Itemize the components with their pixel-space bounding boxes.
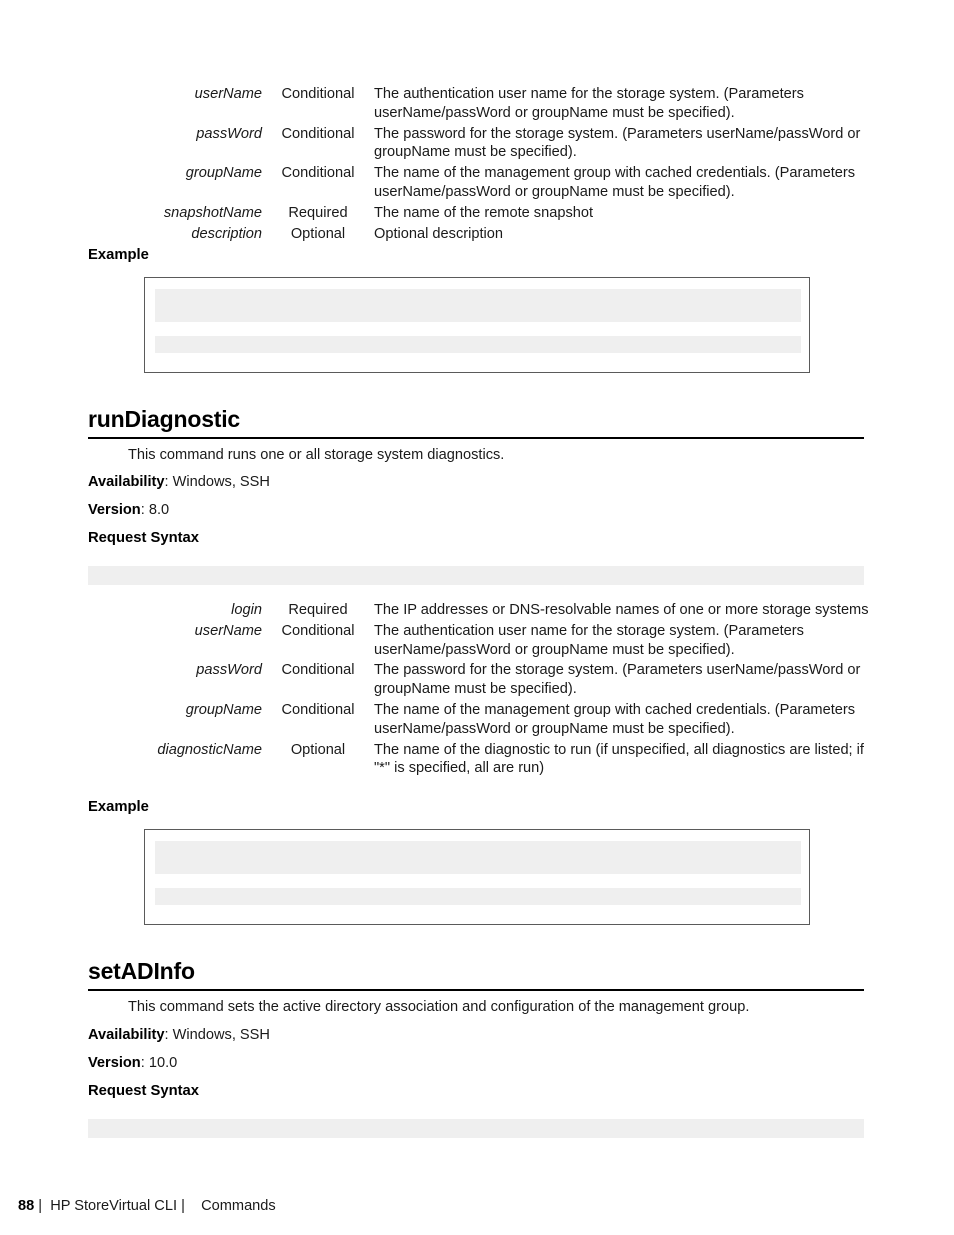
param-description: The name of the management group with ca… (374, 701, 856, 737)
param-name: groupName (185, 165, 262, 182)
example-output-line-block (155, 336, 801, 353)
availability-line: Availability: Windows, SSH (88, 1026, 270, 1045)
param-requirement: Conditional (281, 125, 355, 142)
example-code-box (144, 277, 810, 373)
availability-label: Availability (88, 474, 165, 490)
table-row: userName Conditional The authentication … (80, 622, 869, 662)
param-name: diagnosticName (157, 741, 262, 758)
section-heading-set-ad-info: setADInfo (88, 958, 195, 984)
param-name: groupName (185, 701, 262, 718)
section-description: This command sets the active directory a… (128, 999, 750, 1015)
availability-value: : Windows, SSH (164, 474, 270, 490)
section-heading-run-diagnostic: runDiagnostic (88, 406, 241, 432)
param-description: The authentication user name for the sto… (374, 622, 804, 658)
footer-spacer (185, 1198, 201, 1214)
table-row: groupName Conditional The name of the ma… (80, 701, 869, 741)
request-syntax-code-bar (88, 1119, 864, 1138)
page-footer: 88 | HP StoreVirtual CLI | Commands (18, 1198, 276, 1214)
section-rule (88, 437, 864, 439)
param-name: description (191, 225, 262, 242)
version-line: Version: 10.0 (88, 1054, 177, 1073)
version-value: : 10.0 (140, 1055, 178, 1071)
availability-label: Availability (88, 1027, 165, 1043)
availability-value: : Windows, SSH (164, 1027, 270, 1043)
param-requirement: Required (288, 602, 348, 618)
param-description: The password for the storage system. (Pa… (374, 662, 861, 698)
param-description: The name of the remote snapshot (374, 204, 594, 221)
table-row: userName Conditional The authentication … (80, 85, 869, 125)
table-row: login Required The IP addresses or DNS-r… (80, 601, 869, 622)
param-name: snapshotName (163, 204, 262, 221)
parameter-table-top: userName Conditional The authentication … (80, 85, 869, 245)
param-name: userName (194, 86, 262, 102)
param-name: login (231, 602, 262, 618)
version-label: Version (88, 1055, 141, 1071)
footer-spacer (42, 1198, 50, 1214)
version-label: Version (88, 502, 141, 518)
example-code-line-block (155, 289, 801, 322)
request-syntax-heading: Request Syntax (88, 530, 200, 546)
footer-chapter: Commands (201, 1198, 276, 1214)
footer-page-number: 88 (18, 1198, 35, 1214)
section-description: This command runs one or all storage sys… (128, 447, 505, 463)
param-requirement: Conditional (281, 165, 355, 182)
param-name: passWord (196, 662, 262, 679)
version-value: : 8.0 (140, 502, 170, 518)
param-requirement: Conditional (281, 622, 355, 639)
table-row: passWord Conditional The password for th… (80, 661, 869, 701)
table-row: diagnosticName Optional The name of the … (80, 741, 869, 781)
availability-line: Availability: Windows, SSH (88, 473, 270, 492)
table-row: description Optional Optional descriptio… (80, 225, 869, 246)
example-output-line-block (155, 888, 801, 905)
param-requirement: Conditional (281, 662, 355, 679)
table-row: snapshotName Required The name of the re… (80, 204, 869, 225)
param-requirement: Required (288, 204, 348, 221)
param-name: passWord (196, 125, 262, 142)
example-code-line-block (155, 841, 801, 874)
param-description: Optional description (374, 225, 503, 242)
footer-title: HP StoreVirtual CLI (50, 1198, 178, 1214)
param-requirement: Conditional (281, 701, 355, 718)
param-requirement: Optional (290, 225, 346, 242)
param-requirement: Optional (290, 741, 346, 758)
table-row: passWord Conditional The password for th… (80, 125, 869, 165)
param-requirement: Conditional (281, 86, 355, 102)
request-syntax-code-bar (88, 566, 864, 585)
param-name: userName (194, 622, 262, 639)
param-description: The IP addresses or DNS-resolvable names… (374, 602, 869, 618)
param-description: The name of the management group with ca… (374, 165, 856, 200)
version-line: Version: 8.0 (88, 501, 169, 520)
param-description: The authentication user name for the sto… (374, 86, 804, 121)
request-syntax-heading: Request Syntax (88, 1083, 200, 1099)
example-code-box (144, 829, 810, 925)
table-row: groupName Conditional The name of the ma… (80, 164, 869, 204)
param-description: The name of the diagnostic to run (if un… (374, 741, 864, 777)
parameter-table-run-diagnostic: login Required The IP addresses or DNS-r… (80, 601, 869, 780)
document-page: userName Conditional The authentication … (0, 0, 954, 1235)
section-rule (88, 989, 864, 991)
example-heading: Example (88, 247, 149, 263)
param-description: The password for the storage system. (Pa… (374, 125, 861, 161)
example-heading: Example (88, 799, 149, 815)
